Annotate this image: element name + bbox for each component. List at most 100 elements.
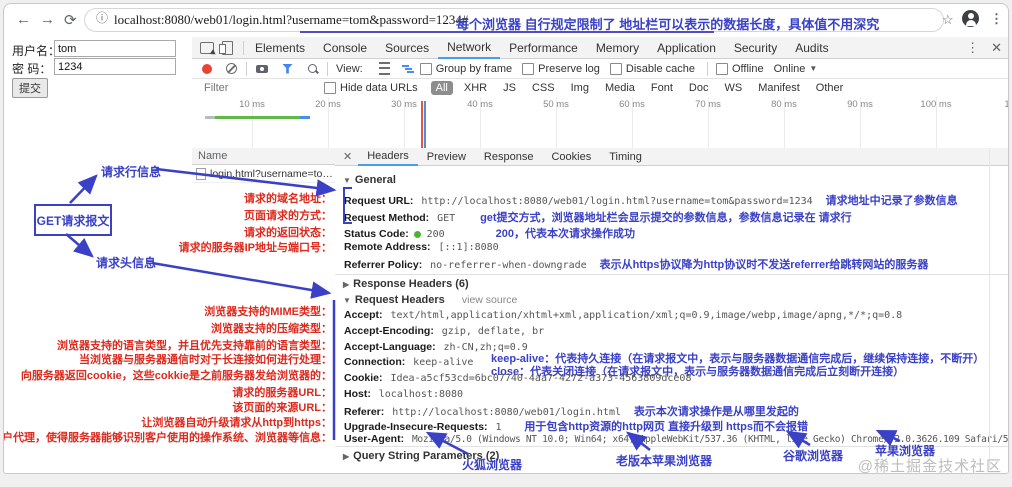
red-note-status: 请求的返回状态：: [244, 227, 332, 239]
devtools-close-icon[interactable]: ✕: [985, 40, 1008, 56]
general-section-header[interactable]: ▼ General: [343, 174, 396, 186]
header-row-referer: Referer: http://localhost:8080/web01/log…: [344, 403, 799, 419]
forward-icon[interactable]: →: [40, 11, 55, 28]
site-info-icon[interactable]: ⓘ: [96, 12, 108, 24]
name-column-header[interactable]: Name: [192, 148, 335, 165]
response-headers-section-header[interactable]: ▶ Response Headers (6): [343, 278, 469, 290]
screenshot-frame: ← → ⟳ ⓘ localhost:8080/web01/login.html?…: [3, 3, 1009, 474]
search-icon[interactable]: [308, 64, 317, 73]
request-row[interactable]: login.html?username=tom&pa...: [192, 165, 335, 183]
filter-chip-img[interactable]: Img: [566, 81, 594, 95]
username-input[interactable]: [54, 40, 176, 57]
red-note-host: 请求的服务器URL：: [232, 387, 332, 399]
filter-funnel-icon[interactable]: [282, 63, 293, 74]
annotation-note: 表示本次请求操作是从哪里发起的: [633, 406, 799, 418]
request-headers-section-header[interactable]: ▼ Request Headers view source: [343, 294, 517, 306]
hide-data-urls-checkbox[interactable]: Hide data URLs: [324, 82, 418, 94]
chevron-down-icon: ▼: [809, 64, 818, 73]
tab-application[interactable]: Application: [648, 37, 725, 58]
tab-response[interactable]: Response: [475, 148, 543, 165]
back-icon[interactable]: ←: [16, 11, 31, 28]
inspect-element-icon[interactable]: [200, 41, 214, 54]
url-underline-mark: [300, 31, 714, 33]
tab-performance[interactable]: Performance: [500, 37, 587, 58]
red-note-upgrade: 让浏览器自动升级请求从http到https：: [141, 417, 332, 429]
header-name: Accept:: [344, 309, 383, 321]
timeline-overview[interactable]: 10 ms 20 ms 30 ms 40 ms 50 ms 60 ms 70 m…: [192, 97, 1008, 149]
record-icon[interactable]: [202, 63, 212, 74]
header-value: [::1]:8080: [438, 242, 499, 253]
large-rows-icon[interactable]: [378, 62, 390, 75]
red-note-user-agent: 用户代理，使得服务器能够识别客户使用的操作系统、浏览器等信息：: [3, 432, 332, 444]
password-input[interactable]: [54, 58, 176, 75]
reload-icon[interactable]: ⟳: [64, 11, 77, 29]
screenshot-capture-icon[interactable]: [256, 64, 268, 73]
tab-sources[interactable]: Sources: [376, 37, 438, 58]
filter-chip-doc[interactable]: Doc: [684, 81, 714, 95]
timeline-tick: 100 ms: [920, 99, 952, 110]
filter-chip-xhr[interactable]: XHR: [459, 81, 492, 95]
clear-icon[interactable]: [226, 63, 237, 74]
filter-chip-all[interactable]: All: [430, 81, 453, 95]
timeline-tick: 20 ms: [315, 99, 341, 110]
filter-chip-css[interactable]: CSS: [527, 81, 560, 95]
close-request-icon[interactable]: ✕: [335, 150, 358, 163]
tab-audits[interactable]: Audits: [786, 37, 837, 58]
annotation-note: 请求地址中记录了参数信息: [825, 195, 958, 207]
profile-avatar[interactable]: [962, 10, 979, 27]
filter-chip-js[interactable]: JS: [498, 81, 521, 95]
devtools-menu-icon[interactable]: ⋮: [960, 40, 985, 56]
tab-security[interactable]: Security: [725, 37, 786, 58]
red-note-domain: 请求的域名地址：: [244, 193, 332, 205]
preserve-log-checkbox[interactable]: Preserve log: [522, 62, 600, 75]
tab-elements[interactable]: Elements: [246, 37, 314, 58]
section-divider: [335, 274, 1008, 275]
red-note-encoding: 浏览器支持的压缩类型：: [211, 323, 332, 335]
header-value: 200: [426, 229, 445, 240]
throttling-select[interactable]: Online ▼: [774, 63, 818, 75]
tab-memory[interactable]: Memory: [587, 37, 648, 58]
triangle-down-icon: ▼: [343, 296, 351, 305]
filter-chip-font[interactable]: Font: [646, 81, 678, 95]
header-row-request-method: Request Method: GET get提交方式，浏览器地址栏会显示提交的…: [344, 209, 852, 225]
url-text[interactable]: localhost:8080/web01/login.html?username…: [114, 12, 468, 28]
filter-chip-other[interactable]: Other: [811, 81, 849, 95]
browser-menu-icon[interactable]: ⋮: [990, 11, 1003, 27]
tab-headers[interactable]: Headers: [358, 148, 418, 166]
waterfall-icon[interactable]: [401, 64, 414, 74]
panel-scrollbar[interactable]: [989, 148, 990, 469]
filter-chip-ws[interactable]: WS: [719, 81, 747, 95]
header-value: http://localhost:8080/web01/login.html: [392, 407, 621, 418]
submit-button[interactable]: 提交: [12, 78, 48, 98]
divider: [243, 40, 244, 55]
header-row-accept: Accept: text/html,application/xhtml+xml,…: [344, 309, 902, 321]
filter-input[interactable]: [202, 81, 324, 95]
tab-timing[interactable]: Timing: [600, 148, 651, 165]
arrow-box-to-request-line: [69, 174, 98, 204]
header-row-connection: Connection: keep-alive: [344, 356, 473, 368]
header-value: text/html,application/xhtml+xml,applicat…: [390, 310, 903, 321]
annotation-note: 200，代表本次请求操作成功: [495, 228, 635, 240]
view-label: View:: [336, 62, 363, 75]
header-value: Idea-a5cf53cd=6bc07740-4aa7-4272-a373-45…: [390, 373, 692, 384]
header-name: Status Code:: [344, 228, 409, 240]
filter-chip-media[interactable]: Media: [600, 81, 640, 95]
disable-cache-checkbox[interactable]: Disable cache: [609, 62, 695, 75]
device-toolbar-icon[interactable]: [219, 40, 233, 55]
bookmark-star-icon[interactable]: ☆: [942, 12, 954, 28]
offline-checkbox[interactable]: Offline: [715, 62, 764, 75]
tab-console[interactable]: Console: [314, 37, 376, 58]
filter-chip-manifest[interactable]: Manifest: [753, 81, 805, 95]
group-by-frame-checkbox[interactable]: Group by frame: [419, 62, 512, 75]
tab-preview[interactable]: Preview: [418, 148, 475, 165]
tab-cookies[interactable]: Cookies: [542, 148, 600, 165]
tab-network[interactable]: Network: [438, 36, 501, 59]
annotation-note: 表示从https协议降为http协议时不发送referrer给跳转网站的服务器: [599, 259, 929, 271]
view-source-link[interactable]: view source: [462, 294, 517, 306]
annotation-note: get提交方式，浏览器地址栏会显示提交的参数信息，参数信息记录在 请求行: [480, 212, 852, 224]
overview-bar-waiting: [205, 116, 215, 119]
overview-bar-content: [215, 116, 300, 119]
header-name: Connection:: [344, 356, 406, 368]
request-line-annotation: 请求行信息: [101, 165, 162, 179]
timeline-tick: 60 ms: [619, 99, 645, 110]
